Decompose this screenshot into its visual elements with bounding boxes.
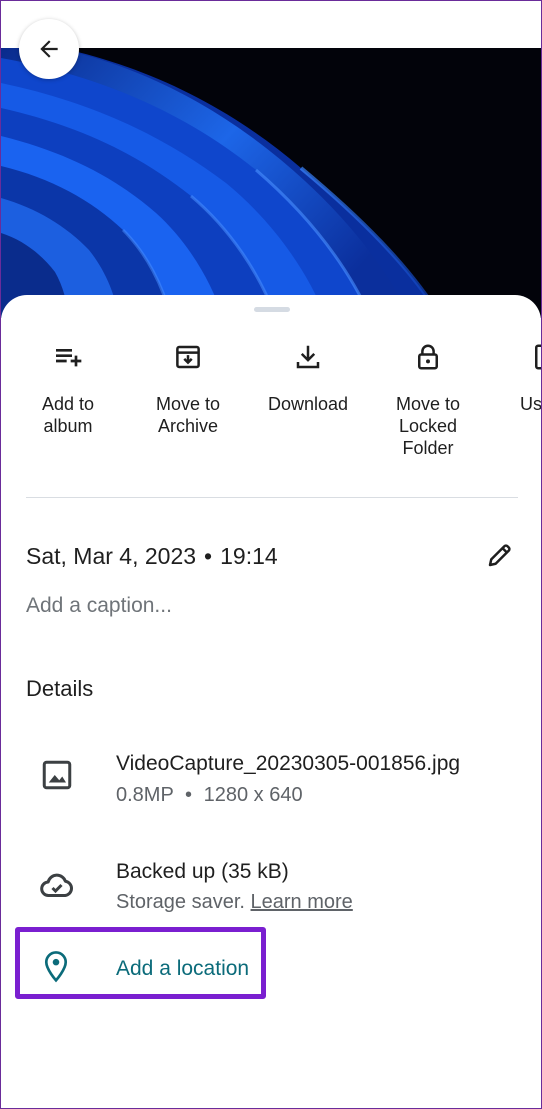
photo-preview[interactable] [1, 48, 541, 318]
photo-date: Sat, Mar 4, 2023 [26, 543, 197, 569]
file-meta: 0.8MP • 1280 x 640 [116, 784, 303, 807]
date-time: Sat, Mar 4, 2023 • 19:14 [26, 543, 278, 570]
download-icon [296, 345, 320, 369]
learn-more-link[interactable]: Learn more [251, 891, 353, 913]
megapixels: 0.8MP [116, 784, 174, 806]
backup-status: Backed up (35 kB) [116, 860, 289, 883]
add-location-button[interactable]: Add a location [116, 957, 249, 981]
backup-mode-line: Storage saver. Learn more [116, 891, 353, 914]
action-label: Archive [157, 416, 219, 436]
use-as-action[interactable]: Us [488, 339, 542, 415]
download-action[interactable]: Download [248, 339, 368, 415]
pencil-icon [488, 544, 511, 567]
action-label: Us [520, 394, 542, 414]
edit-date-button[interactable] [485, 540, 515, 570]
move-to-locked-folder-action[interactable]: Move to Locked Folder [368, 339, 488, 459]
action-label: album [43, 416, 93, 436]
details-heading: Details [26, 676, 94, 701]
cloud-done-icon [40, 873, 73, 897]
action-label: Folder [402, 438, 454, 458]
separator-dot: • [185, 784, 193, 806]
action-label: Move to [155, 394, 221, 414]
image-icon [42, 760, 72, 790]
file-name: VideoCapture_20230305-001856.jpg [116, 752, 461, 775]
backup-mode: Storage saver. [116, 891, 245, 913]
action-label: Download [267, 394, 349, 414]
arrow-back-icon [40, 40, 58, 58]
back-button[interactable] [19, 19, 79, 79]
photo-image [1, 48, 541, 318]
add-to-album-action[interactable]: Add to album [8, 339, 128, 437]
move-to-archive-action[interactable]: Move to Archive [128, 339, 248, 437]
archive-icon [176, 345, 200, 369]
action-label: Move to [395, 394, 461, 414]
photo-info-screen: Add to album Move to Archive Download Mo… [0, 0, 542, 1109]
divider [26, 497, 518, 498]
location-pin-icon [44, 951, 68, 983]
use-as-icon [535, 344, 541, 370]
playlist-add-icon [56, 349, 82, 367]
action-label: Locked [398, 416, 458, 436]
photo-time: 19:14 [220, 543, 278, 569]
caption-input[interactable]: Add a caption... [26, 594, 172, 618]
lock-icon [418, 344, 438, 370]
info-bottom-sheet: Add to album Move to Archive Download Mo… [1, 295, 542, 1108]
drag-handle[interactable] [254, 307, 290, 312]
separator-dot: • [204, 543, 213, 569]
action-label: Add to [41, 394, 95, 414]
resolution: 1280 x 640 [203, 784, 303, 806]
